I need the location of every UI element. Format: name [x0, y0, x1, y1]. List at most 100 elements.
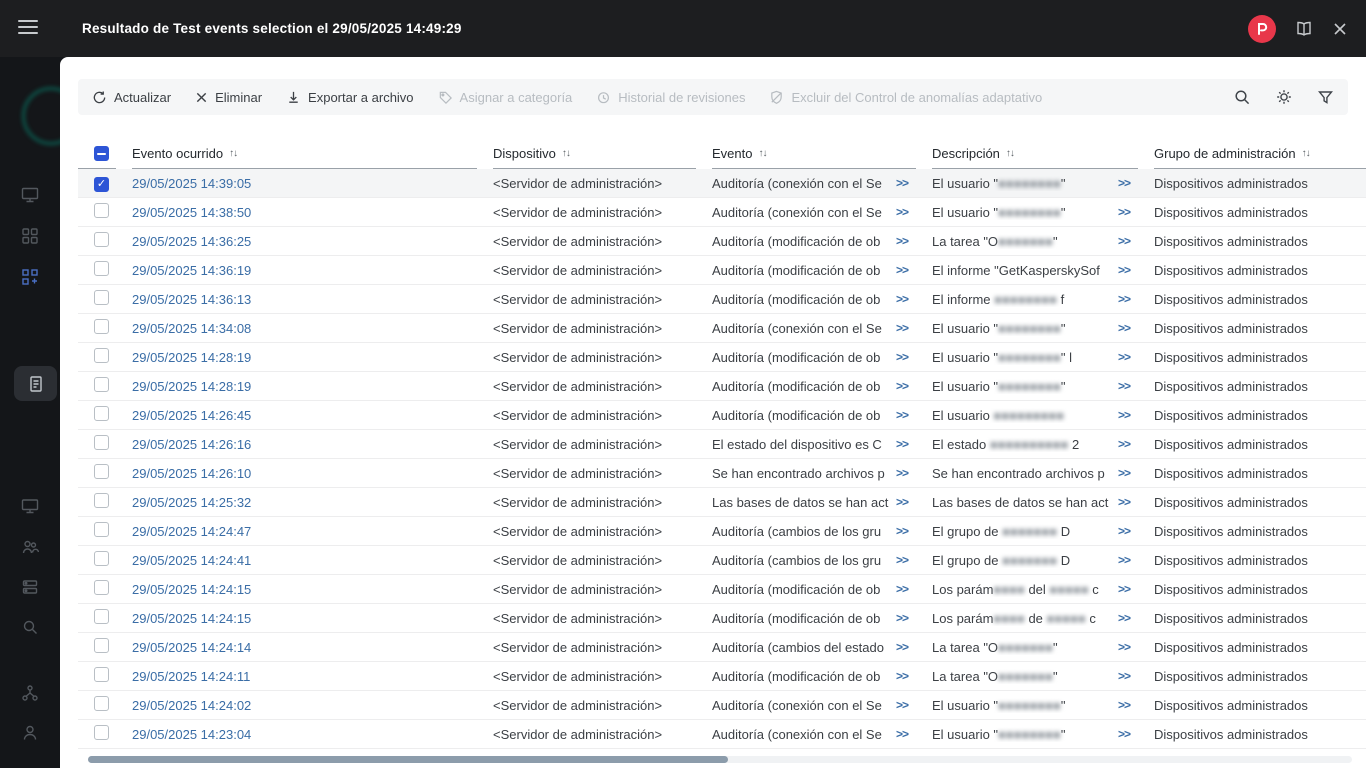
- row-checkbox[interactable]: [94, 638, 109, 653]
- menu-icon[interactable]: [18, 20, 38, 36]
- row-checkbox[interactable]: [94, 609, 109, 624]
- expand-event-link[interactable]: >>: [896, 582, 916, 596]
- row-checkbox[interactable]: [94, 232, 109, 247]
- help-book-icon[interactable]: [1294, 20, 1314, 38]
- event-time-link[interactable]: 29/05/2025 14:23:04: [132, 727, 251, 742]
- row-checkbox[interactable]: [94, 176, 109, 192]
- assign-category-button[interactable]: Asignar a categoría: [438, 90, 572, 105]
- event-time-link[interactable]: 29/05/2025 14:26:16: [132, 437, 251, 452]
- sidebar-item-servers[interactable]: [21, 578, 39, 596]
- event-time-link[interactable]: 29/05/2025 14:24:15: [132, 582, 251, 597]
- expand-event-link[interactable]: >>: [896, 495, 916, 509]
- expand-description-link[interactable]: >>: [1118, 524, 1138, 538]
- event-time-link[interactable]: 29/05/2025 14:25:32: [132, 495, 251, 510]
- expand-description-link[interactable]: >>: [1118, 234, 1138, 248]
- table-row[interactable]: 29/05/2025 14:28:19 <Servidor de administ…: [78, 372, 1366, 401]
- sidebar-item-search[interactable]: [21, 618, 39, 636]
- event-time-link[interactable]: 29/05/2025 14:36:19: [132, 263, 251, 278]
- expand-event-link[interactable]: >>: [896, 640, 916, 654]
- expand-description-link[interactable]: >>: [1118, 205, 1138, 219]
- sidebar-item-monitoring[interactable]: [21, 186, 39, 204]
- event-time-link[interactable]: 29/05/2025 14:39:05: [132, 176, 251, 191]
- filter-icon[interactable]: [1317, 89, 1334, 106]
- event-time-link[interactable]: 29/05/2025 14:24:15: [132, 611, 251, 626]
- sidebar-item-dashboard[interactable]: [21, 227, 39, 245]
- row-checkbox[interactable]: [94, 377, 109, 392]
- expand-event-link[interactable]: >>: [896, 205, 916, 219]
- event-time-link[interactable]: 29/05/2025 14:36:13: [132, 292, 251, 307]
- row-checkbox[interactable]: [94, 551, 109, 566]
- expand-description-link[interactable]: >>: [1118, 437, 1138, 451]
- expand-description-link[interactable]: >>: [1118, 350, 1138, 364]
- export-button[interactable]: Exportar a archivo: [286, 90, 414, 105]
- row-checkbox[interactable]: [94, 522, 109, 537]
- expand-description-link[interactable]: >>: [1118, 698, 1138, 712]
- settings-gear-icon[interactable]: [1275, 88, 1293, 106]
- table-row[interactable]: 29/05/2025 14:38:50 <Servidor de administ…: [78, 198, 1366, 227]
- table-row[interactable]: 29/05/2025 14:26:10 <Servidor de administ…: [78, 459, 1366, 488]
- table-row[interactable]: 29/05/2025 14:25:32 <Servidor de administ…: [78, 488, 1366, 517]
- sidebar-item-account[interactable]: [21, 724, 39, 742]
- table-row[interactable]: 29/05/2025 14:24:15 <Servidor de administ…: [78, 575, 1366, 604]
- table-row[interactable]: 29/05/2025 14:24:11 <Servidor de administ…: [78, 662, 1366, 691]
- row-checkbox[interactable]: [94, 667, 109, 682]
- event-time-link[interactable]: 29/05/2025 14:24:11: [132, 669, 250, 684]
- event-time-link[interactable]: 29/05/2025 14:24:47: [132, 524, 251, 539]
- table-row[interactable]: 29/05/2025 14:36:13 <Servidor de administ…: [78, 285, 1366, 314]
- event-time-link[interactable]: 29/05/2025 14:24:02: [132, 698, 251, 713]
- event-time-link[interactable]: 29/05/2025 14:24:41: [132, 553, 251, 568]
- expand-event-link[interactable]: >>: [896, 408, 916, 422]
- sort-icon[interactable]: ↑↓: [1302, 148, 1311, 159]
- table-row[interactable]: 29/05/2025 14:24:41 <Servidor de administ…: [78, 546, 1366, 575]
- row-checkbox[interactable]: [94, 290, 109, 305]
- column-header-grupo-administracion[interactable]: Grupo de administración ↑↓: [1154, 139, 1366, 169]
- expand-event-link[interactable]: >>: [896, 669, 916, 683]
- expand-event-link[interactable]: >>: [896, 263, 916, 277]
- sidebar-item-devices[interactable]: [21, 497, 39, 515]
- row-checkbox[interactable]: [94, 464, 109, 479]
- expand-description-link[interactable]: >>: [1118, 408, 1138, 422]
- expand-event-link[interactable]: >>: [896, 524, 916, 538]
- row-checkbox[interactable]: [94, 493, 109, 508]
- exclude-anomaly-control-button[interactable]: Excluir del Control de anomalías adaptat…: [769, 90, 1042, 105]
- table-row[interactable]: 29/05/2025 14:24:15 <Servidor de administ…: [78, 604, 1366, 633]
- table-row[interactable]: 29/05/2025 14:24:47 <Servidor de administ…: [78, 517, 1366, 546]
- expand-event-link[interactable]: >>: [896, 553, 916, 567]
- row-checkbox[interactable]: [94, 725, 109, 740]
- row-checkbox[interactable]: [94, 580, 109, 595]
- table-row[interactable]: 29/05/2025 14:24:14 <Servidor de administ…: [78, 633, 1366, 662]
- row-checkbox[interactable]: [94, 203, 109, 218]
- product-logo-icon[interactable]: [1248, 14, 1276, 43]
- horizontal-scrollbar-track[interactable]: [88, 756, 1352, 763]
- expand-description-link[interactable]: >>: [1118, 553, 1138, 567]
- column-header-dispositivo[interactable]: Dispositivo ↑↓: [493, 139, 696, 169]
- revision-history-button[interactable]: Historial de revisiones: [596, 90, 745, 105]
- expand-description-link[interactable]: >>: [1118, 727, 1138, 741]
- row-checkbox[interactable]: [94, 406, 109, 421]
- sidebar-item-hierarchy[interactable]: [21, 684, 39, 702]
- expand-description-link[interactable]: >>: [1118, 263, 1138, 277]
- expand-event-link[interactable]: >>: [896, 727, 916, 741]
- expand-description-link[interactable]: >>: [1118, 582, 1138, 596]
- expand-event-link[interactable]: >>: [896, 292, 916, 306]
- sidebar-item-users[interactable]: [21, 538, 40, 556]
- expand-description-link[interactable]: >>: [1118, 321, 1138, 335]
- expand-event-link[interactable]: >>: [896, 234, 916, 248]
- expand-event-link[interactable]: >>: [896, 321, 916, 335]
- row-checkbox[interactable]: [94, 319, 109, 334]
- event-time-link[interactable]: 29/05/2025 14:34:08: [132, 321, 251, 336]
- event-time-link[interactable]: 29/05/2025 14:38:50: [132, 205, 251, 220]
- event-time-link[interactable]: 29/05/2025 14:28:19: [132, 379, 251, 394]
- horizontal-scrollbar-thumb[interactable]: [88, 756, 728, 763]
- table-row[interactable]: 29/05/2025 14:36:19 <Servidor de administ…: [78, 256, 1366, 285]
- expand-description-link[interactable]: >>: [1118, 292, 1138, 306]
- event-time-link[interactable]: 29/05/2025 14:24:14: [132, 640, 251, 655]
- table-row[interactable]: 29/05/2025 14:39:05 <Servidor de administ…: [78, 169, 1366, 198]
- sort-icon[interactable]: ↑↓: [229, 148, 238, 159]
- delete-button[interactable]: Eliminar: [195, 90, 262, 105]
- sort-icon[interactable]: ↑↓: [758, 148, 767, 159]
- expand-event-link[interactable]: >>: [896, 176, 916, 190]
- search-icon[interactable]: [1233, 88, 1251, 106]
- column-header-descripcion[interactable]: Descripción ↑↓: [932, 139, 1138, 169]
- refresh-button[interactable]: Actualizar: [92, 90, 171, 105]
